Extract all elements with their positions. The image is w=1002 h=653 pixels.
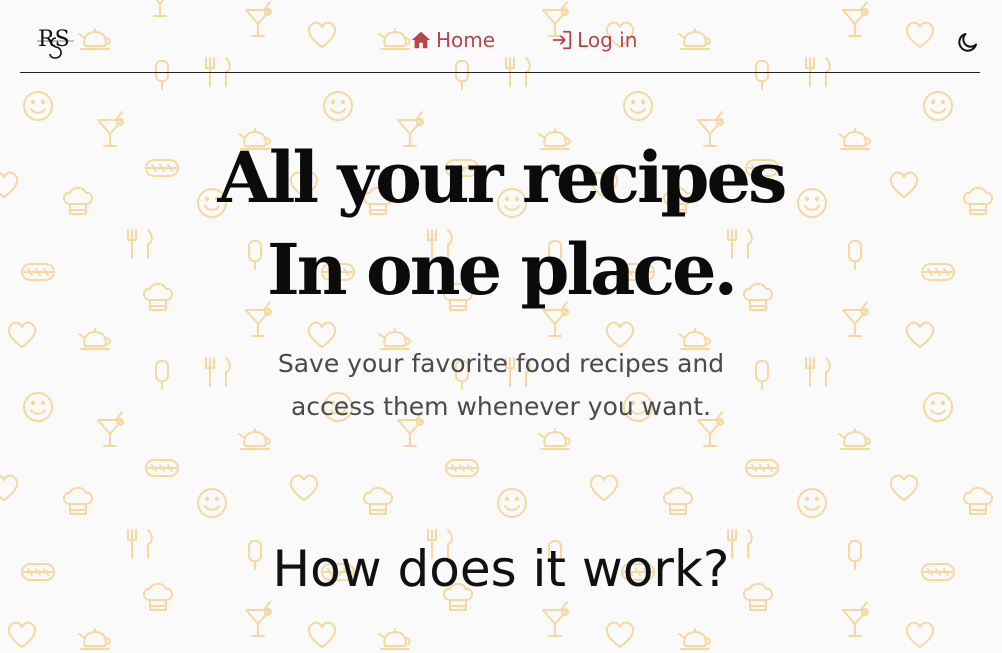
- theme-toggle-button[interactable]: [956, 30, 980, 54]
- hero-title-line-2: In one place.: [267, 228, 738, 311]
- rs-monogram-logo: RS: [37, 27, 74, 59]
- hero-subtitle-line-2: access them whenever you want.: [290, 392, 712, 421]
- brand-logo[interactable]: RS: [36, 24, 76, 62]
- home-icon: [411, 31, 431, 49]
- main-nav: Home Log in: [410, 28, 637, 52]
- nav-home-link[interactable]: Home: [410, 28, 495, 52]
- nav-login-label: Log in: [577, 28, 638, 52]
- login-icon: [552, 30, 572, 50]
- hero-title: All your recipes In one place.: [0, 132, 1002, 316]
- logo-letter-r: RS: [38, 27, 70, 52]
- how-it-works-heading: How does it work?: [272, 540, 730, 598]
- hero-title-line-1: All your recipes: [217, 136, 788, 219]
- hero-subtitle: Save your favorite food recipes and acce…: [251, 342, 751, 428]
- hero-subtitle-line-1: Save your favorite food recipes and: [277, 349, 725, 378]
- nav-home-label: Home: [436, 28, 496, 52]
- nav-login-link[interactable]: Log in: [551, 28, 637, 52]
- moon-icon: [958, 33, 977, 52]
- site-header: RS Home Log in: [20, 0, 980, 73]
